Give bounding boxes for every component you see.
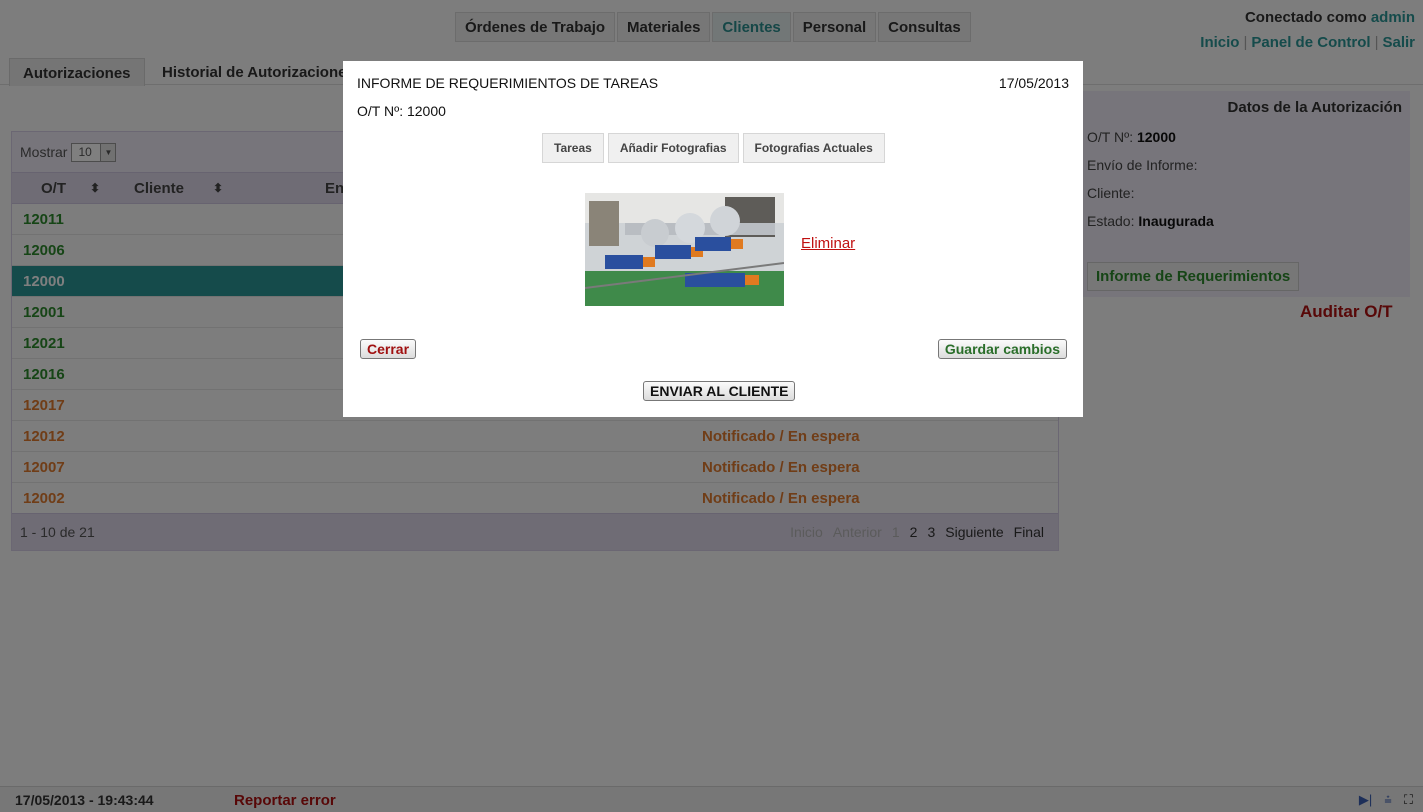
modal-tabs: Tareas Añadir Fotografias Fotografias Ac… [542,133,885,163]
modal-tab-add-photos[interactable]: Añadir Fotografias [607,133,739,163]
equipment-photo-illustration [585,193,784,306]
modal-tab-tareas[interactable]: Tareas [542,133,604,163]
modal-title: INFORME DE REQUERIMIENTOS DE TAREAS [357,75,659,91]
equipment-photo [585,193,784,306]
modal-date: 17/05/2013 [998,75,1069,91]
save-changes-button[interactable]: Guardar cambios [937,339,1067,359]
delete-photo-link[interactable]: Eliminar [801,235,855,252]
send-to-client-button[interactable]: ENVIAR AL CLIENTE [643,381,796,401]
modal-ot-number: O/T Nº: 12000 [357,103,446,119]
requirements-report-modal: INFORME DE REQUERIMIENTOS DE TAREAS 17/0… [343,61,1083,417]
modal-tab-current-photos[interactable]: Fotografias Actuales [742,133,885,163]
close-button[interactable]: Cerrar [360,339,417,359]
